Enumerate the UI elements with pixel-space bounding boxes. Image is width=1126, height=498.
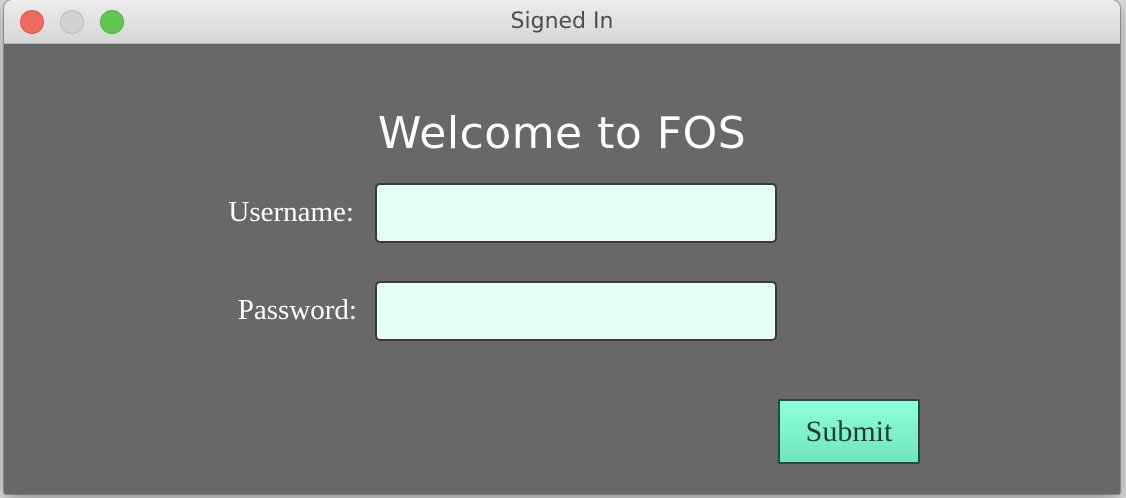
submit-button[interactable]: Submit [778,399,920,464]
password-label: Password: [237,294,357,326]
window-titlebar[interactable]: Signed In [4,0,1120,44]
welcome-heading: Welcome to FOS [377,108,747,159]
username-input[interactable] [375,183,777,243]
password-input[interactable] [375,281,777,341]
signed-in-window: Signed In Welcome to FOS Username: Passw… [4,0,1120,494]
username-label: Username: [228,196,354,228]
login-form: Welcome to FOS Username: Password: Submi… [4,44,1120,494]
window-title: Signed In [510,9,614,34]
